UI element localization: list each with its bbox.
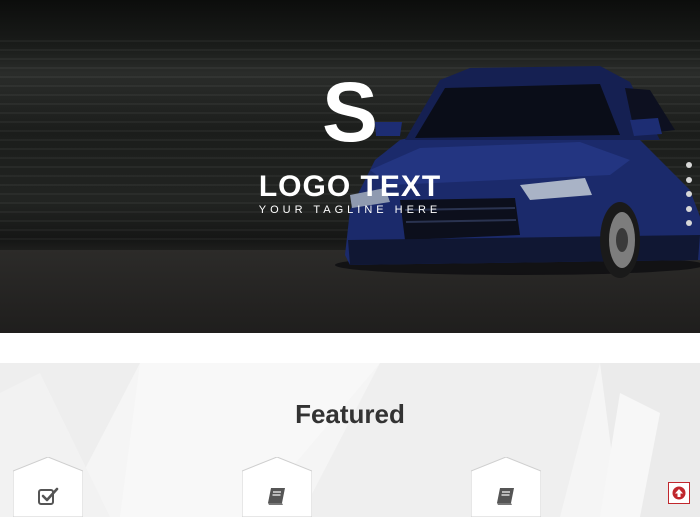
slider-dot-3[interactable] xyxy=(686,191,692,197)
featured-heading: Featured xyxy=(295,399,405,429)
hero-banner: S LOGO TEXT YOUR TAGLINE HERE xyxy=(0,0,700,333)
feature-card-2[interactable] xyxy=(242,457,312,517)
slider-dot-4[interactable] xyxy=(686,205,692,212)
logo-text: LOGO TEXT xyxy=(258,170,442,203)
feature-card-3[interactable] xyxy=(471,457,541,517)
logo-tagline: YOUR TAGLINE HERE xyxy=(258,204,442,216)
arrow-up-icon xyxy=(672,486,686,500)
feature-card-1[interactable] xyxy=(13,457,83,517)
logo-letter: S xyxy=(321,65,379,159)
book-icon xyxy=(268,488,285,505)
slider-dot-5[interactable] xyxy=(686,220,692,226)
book-icon xyxy=(497,488,514,505)
slider-pagination xyxy=(686,162,694,235)
slider-dot-2[interactable] xyxy=(686,176,692,183)
check-square-icon xyxy=(38,487,59,505)
slider-dot-1[interactable] xyxy=(686,162,692,168)
scroll-to-top-button[interactable] xyxy=(668,482,690,504)
featured-section: Featured xyxy=(0,333,700,517)
